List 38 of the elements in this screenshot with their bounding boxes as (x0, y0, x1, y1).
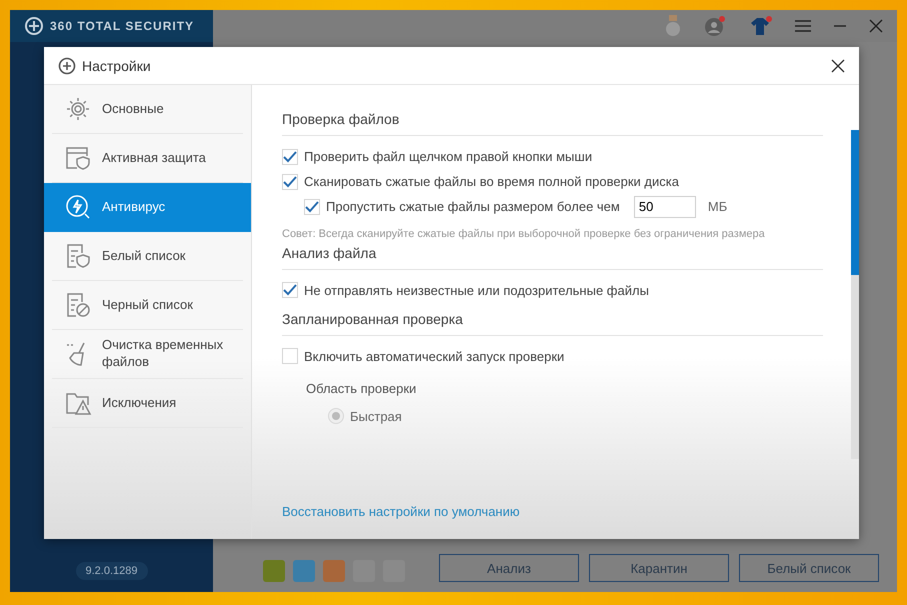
checkbox[interactable] (282, 174, 298, 190)
dialog-title: Настройки (82, 58, 151, 74)
checkbox-label: Не отправлять неизвестные или подозрительные файлы (304, 282, 649, 298)
nav-item[interactable]: Белый список (52, 232, 243, 281)
menu-icon[interactable] (795, 20, 811, 32)
section-heading: Анализ файла (282, 244, 823, 270)
group-label: Область проверки (305, 380, 418, 398)
unit-label: МБ (708, 199, 728, 214)
version-label: 9.2.0.1289 (76, 562, 148, 580)
gear-icon (64, 95, 92, 123)
nav-item[interactable]: Исключения (52, 379, 243, 428)
close-icon[interactable] (869, 19, 883, 33)
checkbox[interactable] (282, 348, 298, 364)
section-heading: Запланированная проверка (282, 310, 823, 336)
plus-circle-icon (58, 56, 76, 74)
checkbox-label: Сканировать сжатые файлы во время полной проверки диска (304, 174, 679, 189)
checkbox[interactable] (282, 148, 298, 164)
size-input-field[interactable]: 50 (634, 196, 696, 218)
scrollbar-thumb[interactable] (851, 130, 859, 275)
checkbox[interactable] (282, 282, 298, 298)
shirt-icon[interactable] (749, 15, 773, 37)
plus-circle-logo-icon (24, 16, 44, 36)
close-button[interactable] (829, 56, 847, 74)
tip-text: Совет: Всегда сканируйте сжатые файлы при выборочной проверке без ограничения размера (282, 227, 766, 242)
bolt-search-icon (64, 193, 92, 221)
app-title: 360 TOTAL SECURITY (50, 19, 194, 33)
user-icon[interactable] (703, 15, 727, 37)
nav-item[interactable]: Основные (52, 85, 243, 134)
nav-item[interactable]: Черный список (52, 281, 243, 330)
checkbox-label: Включить автоматический запуск проверки (304, 348, 564, 364)
nav-item[interactable]: Антивирус (44, 183, 251, 232)
radio-label: Быстрая (350, 408, 402, 424)
checkbox-label: Проверить файл щелчком правой кнопки мыши (304, 149, 592, 164)
medal-icon[interactable] (665, 15, 681, 37)
nav-item[interactable]: Очистка временных файлов (52, 330, 243, 379)
checkbox-label: Пропустить сжатые файлы размером более чем (326, 199, 620, 214)
checkbox[interactable] (304, 198, 320, 214)
section-heading: Проверка файлов (282, 111, 823, 136)
